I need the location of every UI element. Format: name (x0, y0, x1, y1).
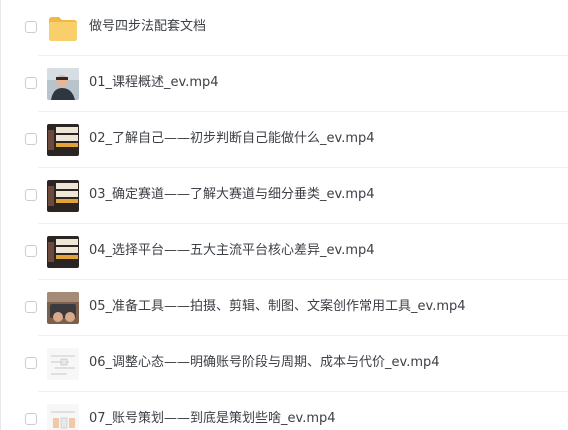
row-checkbox[interactable] (25, 245, 37, 257)
video-thumbnail-icon (47, 180, 79, 212)
row-checkbox[interactable] (25, 21, 37, 33)
file-row-folder[interactable]: 做号四步法配套文档 (0, 0, 568, 56)
file-row-video[interactable]: 02_了解自己——初步判断自己能做什么_ev.mp4 (0, 112, 568, 168)
video-thumbnail-icon (47, 236, 79, 268)
file-row-video[interactable]: 07_账号策划——到底是策划些啥_ev.mp4 (0, 392, 568, 430)
file-name[interactable]: 04_选择平台——五大主流平台核心差异_ev.mp4 (89, 242, 375, 260)
file-name[interactable]: 06_调整心态——明确账号阶段与周期、成本与代价_ev.mp4 (89, 354, 440, 372)
file-name[interactable]: 做号四步法配套文档 (89, 18, 206, 36)
row-checkbox[interactable] (25, 189, 37, 201)
row-checkbox[interactable] (25, 301, 37, 313)
file-row-video[interactable]: 01_课程概述_ev.mp4 (0, 56, 568, 112)
video-thumbnail-icon (47, 68, 79, 100)
folder-icon (47, 12, 79, 44)
file-row-video[interactable]: 04_选择平台——五大主流平台核心差异_ev.mp4 (0, 224, 568, 280)
row-checkbox[interactable] (25, 357, 37, 369)
file-name[interactable]: 02_了解自己——初步判断自己能做什么_ev.mp4 (89, 130, 375, 148)
file-name[interactable]: 07_账号策划——到底是策划些啥_ev.mp4 (89, 410, 336, 428)
row-checkbox[interactable] (25, 133, 37, 145)
video-thumbnail-icon (47, 404, 79, 430)
video-thumbnail-icon (47, 348, 79, 380)
file-row-video[interactable]: 05_准备工具——拍摄、剪辑、制图、文案创作常用工具_ev.mp4 (0, 280, 568, 336)
file-row-video[interactable]: 06_调整心态——明确账号阶段与周期、成本与代价_ev.mp4 (0, 336, 568, 392)
file-list-panel: 做号四步法配套文档 01_课程概述_ev.mp4 02_了解自己——初步判断自己… (0, 0, 568, 430)
file-name[interactable]: 05_准备工具——拍摄、剪辑、制图、文案创作常用工具_ev.mp4 (89, 298, 466, 316)
video-thumbnail-icon (47, 292, 79, 324)
file-name[interactable]: 03_确定赛道——了解大赛道与细分垂类_ev.mp4 (89, 186, 375, 204)
row-checkbox[interactable] (25, 77, 37, 89)
file-row-video[interactable]: 03_确定赛道——了解大赛道与细分垂类_ev.mp4 (0, 168, 568, 224)
file-name[interactable]: 01_课程概述_ev.mp4 (89, 74, 219, 92)
video-thumbnail-icon (47, 124, 79, 156)
row-checkbox[interactable] (25, 413, 37, 425)
